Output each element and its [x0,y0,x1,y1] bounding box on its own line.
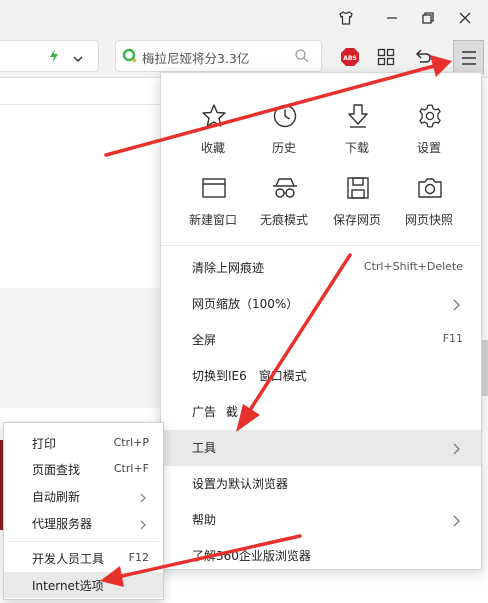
clock-icon [272,103,298,129]
title-bar [0,0,488,36]
menu-item-ie6-mode[interactable]: 切换到IE6 窗口模式 [161,358,481,394]
menu-item-clear-history[interactable]: 清除上网痕迹 Ctrl+Shift+Delete [161,250,481,286]
window-icon [201,175,227,201]
submenu-item-shortcut: Ctrl+F [113,462,149,475]
submenu-item-devtools[interactable]: 开发人员工具 F12 [4,545,163,571]
chevron-right-icon [139,489,147,503]
menu-separator [161,245,481,246]
new-window-label: 新建窗口 [188,213,237,227]
page-content-block [0,288,160,408]
apps-grid-icon[interactable] [373,44,399,70]
favorites-button[interactable]: 收藏 [183,103,243,163]
menu-item-label: 设置为默认浏览器 [192,477,289,491]
favorites-label: 收藏 [200,141,225,155]
submenu-item-label: 开发人员工具 [32,552,105,566]
downloads-button[interactable]: 下载 [327,103,387,163]
new-window-button[interactable]: 新建窗口 [183,175,243,235]
submenu-item-print[interactable]: 打印 Ctrl+P [4,430,163,456]
minimize-icon[interactable] [380,6,404,30]
search-icon[interactable] [294,48,310,68]
submenu-item-label: 打印 [32,437,57,451]
submenu-separator [8,541,159,542]
incognito-button[interactable]: 无痕模式 [254,175,314,235]
undo-icon[interactable] [410,44,436,70]
download-icon [345,103,371,129]
submenu-item-shortcut: F12 [128,551,149,564]
menu-item-fullscreen[interactable]: 全屏 F11 [161,322,481,358]
save-icon [345,175,371,201]
chevron-right-icon [451,297,461,311]
submenu-item-internet-options[interactable]: Internet选项 [4,572,163,598]
address-bar[interactable] [0,40,99,72]
menu-item-shortcut: Ctrl+Shift+Delete [363,260,463,273]
incognito-icon [272,175,298,201]
menu-item-label: 网页缩放（100%） [192,297,299,311]
snapshot-button[interactable]: 网页快照 [399,175,459,235]
menu-item-label: 切换到IE6 窗口模式 [192,367,307,384]
menu-item-label-head: 切换到IE6 [192,369,247,383]
save-page-label: 保存网页 [332,213,381,227]
menu-item-shortcut: F11 [442,332,463,345]
settings-label: 设置 [416,141,441,155]
gear-icon [417,103,443,129]
submenu-item-label: 代理服务器 [32,517,93,531]
skin-icon[interactable] [334,6,358,30]
submenu-item-label: 自动刷新 [32,490,81,504]
camera-icon [417,175,443,201]
adblock-label: ABS [343,55,357,62]
submenu-item-label: Internet选项 [32,579,104,593]
chevron-down-icon[interactable] [72,50,84,69]
snapshot-label: 网页快照 [404,213,453,227]
history-button[interactable]: 历史 [254,103,314,163]
chevron-right-icon [451,513,461,527]
menu-item-label: 了解360企业版浏览器 [192,549,311,563]
lightning-icon[interactable] [48,48,60,68]
main-menu-button[interactable] [453,40,484,74]
restore-icon[interactable] [416,6,440,30]
submenu-item-proxy[interactable]: 代理服务器 [4,510,163,536]
menu-item-tools[interactable]: 工具 [161,430,481,466]
main-dropdown-menu: 收藏 历史 下载 设置 新建窗口 无痕模式 保存网页 网页快照 清除上网痕迹 C… [160,72,482,570]
menu-item-set-default[interactable]: 设置为默认浏览器 [161,466,481,502]
menu-item-label-head: 广告 [192,405,217,419]
submenu-item-find[interactable]: 页面查找 Ctrl+F [4,456,163,482]
menu-item-label: 全屏 [192,333,217,347]
adblock-icon[interactable]: ABS [337,44,363,70]
submenu-item-shortcut: Ctrl+P [113,436,149,449]
settings-button[interactable]: 设置 [399,103,459,163]
page-scrollbar[interactable] [482,340,488,396]
submenu-item-label: 页面查找 [32,463,81,477]
menu-item-adblock[interactable]: 广告截 [161,394,481,430]
menu-item-label: 帮助 [192,513,217,527]
hamburger-menu-icon [460,50,478,70]
save-page-button[interactable]: 保存网页 [327,175,387,235]
menu-item-zoom[interactable]: 网页缩放（100%） [161,286,481,322]
close-icon[interactable] [453,6,477,30]
menu-item-help[interactable]: 帮助 [161,502,481,538]
star-icon [201,103,227,129]
menu-item-label-tail: 截 [226,405,239,419]
history-label: 历史 [271,141,296,155]
search-suggestion-text[interactable]: 梅拉尼娅将分3.3亿 [142,48,249,67]
menu-item-enterprise[interactable]: 了解360企业版浏览器 [161,538,481,574]
chevron-right-icon [139,516,147,530]
menu-item-label: 工具 [192,441,217,455]
page-divider [0,104,160,105]
submenu-item-auto-refresh[interactable]: 自动刷新 [4,483,163,509]
downloads-label: 下载 [344,141,369,155]
menu-item-label: 广告截 [192,403,238,420]
search-box[interactable]: 梅拉尼娅将分3.3亿 [115,40,322,72]
tools-submenu: 打印 Ctrl+P 页面查找 Ctrl+F 自动刷新 代理服务器 开发人员工具 … [3,422,164,600]
incognito-label: 无痕模式 [259,213,308,227]
menu-item-label-tail: 窗口模式 [258,369,307,383]
chevron-right-icon [451,441,461,455]
menu-item-label: 清除上网痕迹 [192,261,265,275]
search-engine-icon[interactable] [122,48,138,68]
